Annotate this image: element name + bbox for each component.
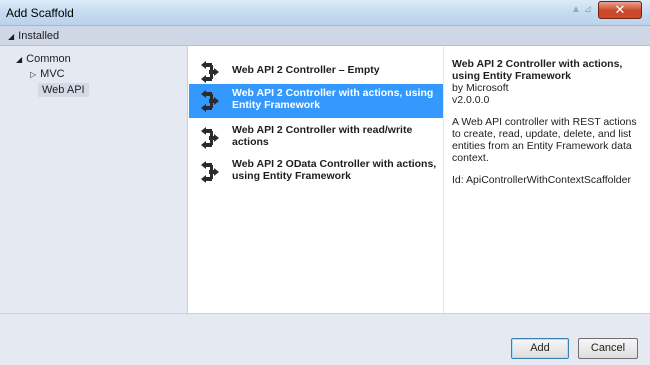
details-pane: Web API 2 Controller with actions, using… [443, 46, 650, 313]
dialog-footer: Add Cancel [0, 313, 650, 365]
details-description: A Web API controller with REST actions t… [452, 116, 637, 164]
tree-node-mvc[interactable]: ▷ MVC [30, 68, 65, 80]
template-item-read-write[interactable]: Web API 2 Controller with read/write act… [189, 121, 443, 155]
template-label: Web API 2 Controller – Empty [232, 64, 380, 76]
tree-node-web-api[interactable]: Web API [38, 83, 89, 97]
controller-icon [201, 61, 219, 83]
cancel-button[interactable]: Cancel [578, 338, 638, 359]
title-bar: Add Scaffold ▲ ⊿ ✕ [0, 0, 650, 26]
category-tree: ◢ Common ▷ MVC Web API [0, 46, 188, 313]
tree-node-common[interactable]: ◢ Common [16, 53, 71, 65]
template-list: Web API 2 Controller – Empty Web API 2 C… [189, 46, 443, 313]
details-title: Web API 2 Controller with actions, using… [452, 58, 623, 82]
tree-label-mvc: MVC [40, 68, 65, 80]
details-author: by Microsoft [452, 82, 509, 94]
tree-label-common: Common [26, 53, 71, 65]
template-item-actions-ef[interactable]: Web API 2 Controller with actions, using… [189, 84, 443, 118]
template-label: Web API 2 Controller with actions, using… [232, 87, 434, 111]
template-label: Web API 2 Controller with read/write act… [232, 124, 413, 148]
details-id: Id: ApiControllerWithContextScaffolder [452, 174, 631, 186]
template-label: Web API 2 OData Controller with actions,… [232, 158, 437, 182]
template-item-odata[interactable]: Web API 2 OData Controller with actions,… [189, 155, 443, 189]
controller-icon [201, 90, 219, 112]
installed-label: Installed [18, 30, 60, 42]
background-window-hint: ▲ ⊿ [570, 4, 592, 15]
tree-label-web-api: Web API [42, 84, 85, 96]
controller-icon [201, 127, 219, 149]
installed-node[interactable]: ◢ Installed [8, 30, 59, 42]
close-button[interactable]: ✕ [598, 1, 642, 19]
add-button[interactable]: Add [511, 338, 569, 359]
controller-icon [201, 161, 219, 183]
window-title: Add Scaffold [6, 6, 74, 20]
details-version: v2.0.0.0 [452, 94, 490, 106]
installed-header: ◢ Installed [0, 26, 650, 46]
expanded-triangle-icon[interactable]: ◢ [16, 55, 22, 64]
collapse-triangle-icon[interactable]: ◢ [8, 32, 14, 41]
collapsed-triangle-icon[interactable]: ▷ [30, 70, 36, 79]
